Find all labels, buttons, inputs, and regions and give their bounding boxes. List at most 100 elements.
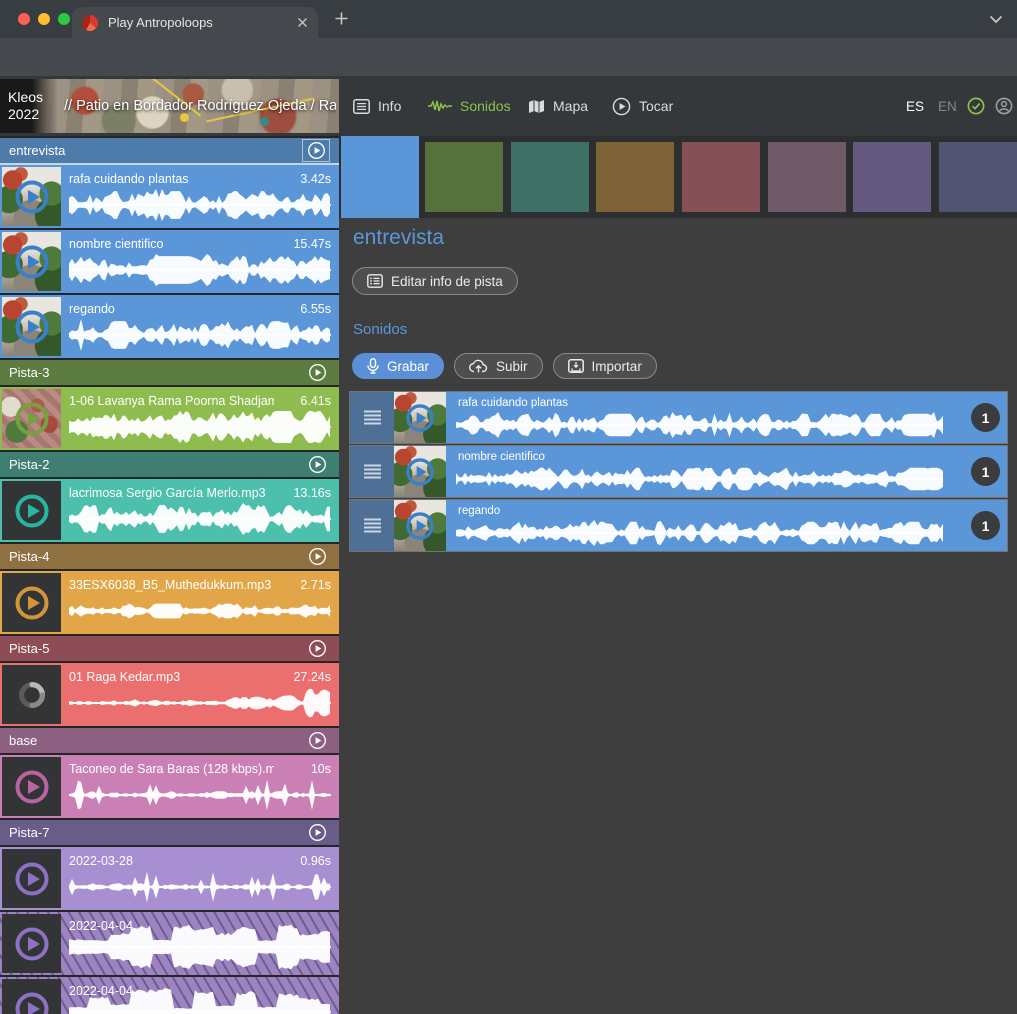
track-name: base [9,733,304,748]
sound-body[interactable]: regando1 [446,500,1007,551]
track-play-button[interactable] [304,638,330,659]
clip-Pista-3-1[interactable]: 1-06 Lavanya Rama Poorna Shadjam Rupak…6… [0,387,339,450]
sound-drag-handle[interactable] [350,446,394,497]
clip-Pista-2-1[interactable]: lacrimosa Sergio García Merlo.mp313.16s [0,479,339,542]
track-play-button[interactable] [304,362,330,383]
close-tab-icon[interactable] [297,17,308,28]
grabar-button[interactable]: Grabar [352,353,444,379]
language-toggle-en[interactable]: EN [938,76,957,136]
sound-body[interactable]: nombre cientifico1 [446,446,1007,497]
browser-toolbar: app.antropoloops.com/Kleos-Santa-Marina/… [0,38,1017,76]
clip-name: Taconeo de Sara Baras (128 kbps).mp3 [69,762,274,776]
track-header-Pista-5[interactable]: Pista-5 [0,636,339,661]
clip-thumbnail[interactable] [2,232,61,291]
clip-thumbnail[interactable] [2,389,61,448]
track-color-tile-8[interactable] [939,142,1017,212]
sync-check-icon[interactable] [967,97,985,115]
track-color-tile-7[interactable] [853,142,931,212]
clip-thumbnail[interactable] [2,914,61,973]
track-color-tile-2[interactable] [425,142,503,212]
track-header-Pista-2[interactable]: Pista-2 [0,452,339,477]
sound-thumbnail[interactable] [394,392,446,443]
clip-thumbnail[interactable] [2,757,61,816]
play-icon [14,309,50,345]
play-icon [14,769,50,805]
nav-item-tocar[interactable]: Tocar [612,76,673,136]
track-color-tile-1[interactable] [341,136,419,218]
track-header-entrevista[interactable]: entrevista [0,138,339,165]
clip-entrevista-2[interactable]: nombre cientifico15.47s [0,230,339,293]
sound-thumbnail[interactable] [394,446,446,497]
antropoloops-favicon-icon [82,15,98,31]
clip-duration: 6.41s [300,394,331,408]
clip-Pista-5-1[interactable]: 01 Raga Kedar.mp327.24s [0,663,339,726]
clip-thumbnail[interactable] [2,481,61,540]
sound-row-1[interactable]: rafa cuidando plantas1 [350,392,1007,443]
track-play-button[interactable] [304,454,330,475]
play-icon [14,991,50,1014]
tab-search-chevron-icon[interactable] [989,15,1003,24]
clip-thumbnail[interactable] [2,573,61,632]
track-header-Pista-4[interactable]: Pista-4 [0,544,339,569]
clip-thumbnail[interactable] [2,167,61,226]
breadcrumb: // Patio en Bordador Rodríguez Ojeda / R… [64,79,336,133]
sound-thumbnail[interactable] [394,500,446,551]
clip-waveform [69,503,331,535]
sound-name: rafa cuidando plantas [458,397,568,409]
clip-thumbnail[interactable] [2,297,61,356]
importar-button[interactable]: Importar [553,353,657,379]
track-play-button[interactable] [304,822,330,843]
app-logo[interactable]: Kleos 2022 [0,79,58,133]
sound-row-3[interactable]: regando1 [350,500,1007,551]
track-header-Pista-3[interactable]: Pista-3 [0,360,339,385]
sound-row-2[interactable]: nombre cientifico1 [350,446,1007,497]
edit-track-info-button[interactable]: Editar info de pista [352,267,518,295]
clip-Pista-4-1[interactable]: 33ESX6038_B5_Muthedukkum.mp32.71s [0,571,339,634]
browser-tab[interactable]: Play Antropoloops [72,7,318,38]
track-play-button[interactable] [302,139,330,162]
track-name: entrevista [9,143,302,158]
clip-duration: 27.24s [293,670,331,684]
nav-item-sonidos[interactable]: Sonidos [428,76,511,136]
track-detail-title: entrevista [353,226,444,250]
track-play-button[interactable] [304,730,330,751]
clip-name: rafa cuidando plantas [69,172,189,186]
track-play-button[interactable] [304,546,330,567]
clip-thumbnail[interactable] [2,979,61,1014]
clip-thumbnail[interactable] [2,849,61,908]
sound-drag-handle[interactable] [350,392,394,443]
clip-Pista-7-3[interactable]: 2022-04-04 [0,977,339,1014]
clip-thumbnail[interactable] [2,665,61,724]
track-header-base[interactable]: base [0,728,339,753]
clip-entrevista-1[interactable]: rafa cuidando plantas3.42s [0,165,339,228]
close-window-button[interactable] [18,13,30,25]
logo-line-2: 2022 [8,106,58,123]
track-play-icon [308,639,327,658]
track-color-tile-3[interactable] [511,142,589,212]
subir-button[interactable]: Subir [454,353,543,379]
track-header-Pista-7[interactable]: Pista-7 [0,820,339,845]
edit-track-info-label: Editar info de pista [391,274,503,289]
clip-entrevista-3[interactable]: regando6.55s [0,295,339,358]
track-color-tile-5[interactable] [682,142,760,212]
microphone-icon [367,358,379,374]
sound-count-badge: 1 [971,457,1000,486]
fullscreen-window-button[interactable] [58,13,70,25]
sound-drag-handle[interactable] [350,500,394,551]
clip-waveform [69,871,331,903]
account-icon[interactable] [995,97,1013,115]
nav-label: Mapa [553,98,588,114]
sound-body[interactable]: rafa cuidando plantas1 [446,392,1007,443]
track-color-tile-6[interactable] [768,142,846,212]
tab-strip: Play Antropoloops [0,0,1017,38]
clip-Pista-7-2[interactable]: 2022-04-04 [0,912,339,975]
track-color-strip [339,136,1017,218]
clip-Pista-7-1[interactable]: 2022-03-280.96s [0,847,339,910]
new-tab-button[interactable] [334,11,349,26]
nav-item-mapa[interactable]: Mapa [528,76,588,136]
clip-base-1[interactable]: Taconeo de Sara Baras (128 kbps).mp310s [0,755,339,818]
language-toggle-es[interactable]: ES [906,76,924,136]
minimize-window-button[interactable] [38,13,50,25]
nav-item-info[interactable]: Info [353,76,401,136]
track-color-tile-4[interactable] [596,142,674,212]
